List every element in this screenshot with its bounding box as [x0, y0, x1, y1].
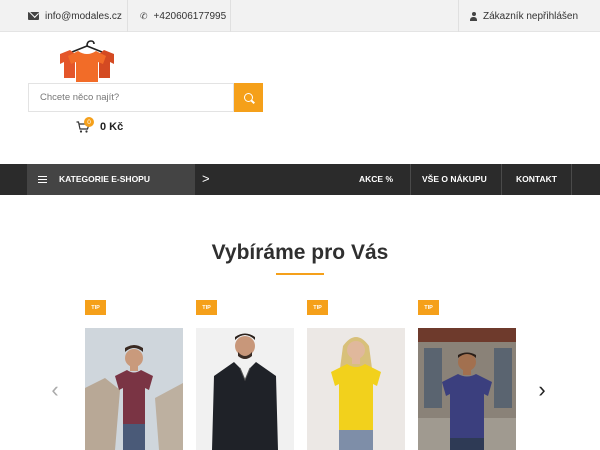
divider [571, 164, 572, 195]
divider [458, 0, 459, 32]
product-card[interactable]: TIP [307, 300, 405, 450]
email-link[interactable]: info@modales.cz [28, 0, 122, 32]
category-menu-label: KATEGORIE E-SHOPU [59, 174, 150, 184]
product-card[interactable]: TIP [196, 300, 294, 450]
envelope-icon [28, 12, 39, 20]
search-input[interactable]: Chcete něco najít? [28, 83, 234, 112]
carousel-prev-button[interactable]: ‹ [50, 379, 60, 401]
tip-badge: TIP [196, 300, 217, 315]
product-card[interactable]: TIP [85, 300, 183, 450]
cart-count-badge: 0 [84, 117, 94, 127]
logo[interactable] [58, 38, 116, 84]
chevron-right-icon: > [202, 171, 210, 186]
cart-total[interactable]: 0 Kč [100, 121, 123, 133]
tip-badge: TIP [307, 300, 328, 315]
nav-link-shopping-info[interactable]: VŠE O NÁKUPU [422, 174, 487, 184]
search-button[interactable] [234, 83, 263, 112]
tip-badge: TIP [418, 300, 439, 315]
phone-icon: ✆ [140, 10, 148, 21]
product-image[interactable] [85, 328, 183, 450]
title-underline [276, 273, 324, 275]
account-link[interactable]: Zákazník nepřihlášen [470, 0, 578, 32]
email-text: info@modales.cz [45, 10, 122, 22]
phone-text: +420606177995 [153, 10, 227, 22]
divider [410, 164, 411, 195]
search-icon [244, 93, 253, 102]
account-text: Zákazník nepřihlášen [483, 10, 579, 22]
nav-link-contact[interactable]: KONTAKT [516, 174, 557, 184]
top-bar: info@modales.cz ✆ +420606177995 Zákazník… [0, 0, 600, 32]
category-menu-button[interactable]: KATEGORIE E-SHOPU > [27, 164, 210, 195]
tip-badge: TIP [85, 300, 106, 315]
section-title: Vybíráme pro Vás [211, 241, 389, 264]
hamburger-icon [38, 176, 47, 183]
user-icon [470, 11, 477, 21]
product-image[interactable] [196, 328, 294, 450]
main-navigation: KATEGORIE E-SHOPU > AKCE % VŠE O NÁKUPU … [0, 164, 600, 195]
phone-link[interactable]: ✆ +420606177995 [140, 0, 226, 32]
divider [127, 0, 128, 32]
product-image[interactable] [418, 328, 516, 450]
divider [501, 164, 502, 195]
search-placeholder: Chcete něco najít? [40, 92, 120, 103]
divider [230, 0, 231, 32]
product-image[interactable] [307, 328, 405, 450]
product-card[interactable]: TIP [418, 300, 516, 450]
carousel-next-button[interactable]: › [537, 379, 547, 401]
nav-link-sale[interactable]: AKCE % [359, 174, 393, 184]
